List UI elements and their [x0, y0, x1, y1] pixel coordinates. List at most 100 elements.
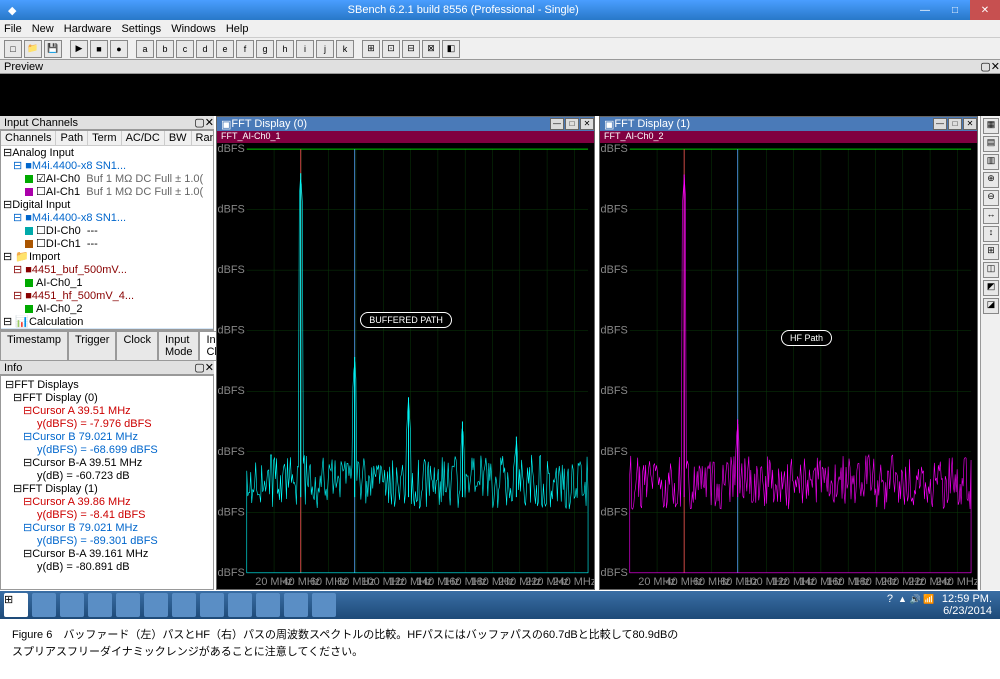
tree-ai-ch0[interactable]: ☑ AI-Ch0 Buf 1 MΩ DC Full ± 1.0(	[1, 172, 213, 185]
tab-clock[interactable]: Clock	[116, 331, 158, 361]
tree-analog-input[interactable]: ⊟ Analog Input	[1, 146, 213, 159]
fft0-min-icon[interactable]: —	[550, 118, 564, 130]
rt-9-icon[interactable]: ◫	[983, 262, 999, 278]
taskbar-app-3-icon[interactable]	[88, 593, 112, 617]
tb-i-icon[interactable]: i	[296, 40, 314, 58]
tb-f-icon[interactable]: f	[236, 40, 254, 58]
rt-4-icon[interactable]: ⊕	[983, 172, 999, 188]
tab-input-mode[interactable]: Input Mode	[158, 331, 200, 361]
taskbar-app-4-icon[interactable]	[116, 593, 140, 617]
taskbar-app-2-icon[interactable]	[60, 593, 84, 617]
taskbar-app-5-icon[interactable]	[144, 593, 168, 617]
tree-di-ch1[interactable]: ☐ DI-Ch1 ---	[1, 237, 213, 250]
rt-5-icon[interactable]: ⊖	[983, 190, 999, 206]
fft1-subtitle: FFT_AI-Ch0_2	[600, 131, 977, 143]
fft1-canvas[interactable]: 0 dBFS-20 dBFS-40 dBFS-60 dBFS-80 dBFS-1…	[600, 143, 977, 589]
tb-save-icon[interactable]: 💾	[44, 40, 62, 58]
tb-e-icon[interactable]: e	[216, 40, 234, 58]
tab-trigger[interactable]: Trigger	[68, 331, 116, 361]
tb-m-icon[interactable]: ⊡	[382, 40, 400, 58]
tree-m4i-analog[interactable]: ⊟ ■ M4i.4400-x8 SN1...	[1, 159, 213, 172]
channels-tree[interactable]: Channels Path Term AC/DC BW Rang ⊟ Analo…	[0, 130, 214, 330]
tree-import2-ch[interactable]: AI-Ch0_2	[1, 302, 213, 315]
start-icon[interactable]: ⊞	[4, 593, 28, 617]
maximize-button[interactable]: □	[940, 0, 970, 20]
tab-timestamp[interactable]: Timestamp	[0, 331, 68, 361]
info-d1-ba[interactable]: ⊟ Cursor B-A 39.161 MHz	[3, 547, 211, 560]
minimize-button[interactable]: —	[910, 0, 940, 20]
rt-10-icon[interactable]: ◩	[983, 280, 999, 296]
info-d0-ca[interactable]: ⊟ Cursor A 39.51 MHz	[3, 404, 211, 417]
info-d0[interactable]: ⊟ FFT Display (0)	[3, 391, 211, 404]
tree-m4i-digital[interactable]: ⊟ ■ M4i.4400-x8 SN1...	[1, 211, 213, 224]
tree-digital-input[interactable]: ⊟ Digital Input	[1, 198, 213, 211]
fft0-close-icon[interactable]: ✕	[580, 118, 594, 130]
info-d1[interactable]: ⊟ FFT Display (1)	[3, 482, 211, 495]
tree-calc[interactable]: ⊟ 📊 Calculation	[1, 315, 213, 328]
rt-2-icon[interactable]: ▤	[983, 136, 999, 152]
system-tray[interactable]: ? ▲ 🔊 📶 12:59 PM. 6/23/2014	[887, 593, 996, 617]
tb-j-icon[interactable]: j	[316, 40, 334, 58]
info-tree[interactable]: ⊟ FFT Displays ⊟ FFT Display (0) ⊟ Curso…	[0, 375, 214, 590]
tb-o-icon[interactable]: ⊠	[422, 40, 440, 58]
menu-windows[interactable]: Windows	[171, 23, 216, 35]
info-d1-ca[interactable]: ⊟ Cursor A 39.86 MHz	[3, 495, 211, 508]
fft1-min-icon[interactable]: —	[933, 118, 947, 130]
tree-import[interactable]: ⊟ 📁 Import	[1, 250, 213, 263]
tb-a-icon[interactable]: a	[136, 40, 154, 58]
menu-new[interactable]: New	[32, 23, 54, 35]
info-d0-ba[interactable]: ⊟ Cursor B-A 39.51 MHz	[3, 456, 211, 469]
tb-run-icon[interactable]: ▶	[70, 40, 88, 58]
close-button[interactable]: ✕	[970, 0, 1000, 20]
menu-file[interactable]: File	[4, 23, 22, 35]
tree-import1-ch[interactable]: AI-Ch0_1	[1, 276, 213, 289]
fft0-canvas[interactable]: 0 dBFS-20 dBFS-40 dBFS-60 dBFS-80 dBFS-1…	[217, 143, 594, 589]
info-d1-cb[interactable]: ⊟ Cursor B 79.021 MHz	[3, 521, 211, 534]
taskbar-app-11-icon[interactable]	[312, 593, 336, 617]
fft0-max-icon[interactable]: □	[565, 118, 579, 130]
help-icon[interactable]: ?	[887, 593, 893, 605]
tb-rec-icon[interactable]: ●	[110, 40, 128, 58]
fft1-close-icon[interactable]: ✕	[963, 118, 977, 130]
tb-l-icon[interactable]: ⊞	[362, 40, 380, 58]
menu-settings[interactable]: Settings	[121, 23, 161, 35]
info-close-icon[interactable]: ✕	[205, 361, 214, 374]
info-root[interactable]: ⊟ FFT Displays	[3, 378, 211, 391]
tb-stop-icon[interactable]: ■	[90, 40, 108, 58]
taskbar-app-9-icon[interactable]	[256, 593, 280, 617]
fft1-max-icon[interactable]: □	[948, 118, 962, 130]
menu-hardware[interactable]: Hardware	[64, 23, 112, 35]
taskbar-app-8-icon[interactable]	[228, 593, 252, 617]
tree-import1[interactable]: ⊟ ■ 4451_buf_500mV...	[1, 263, 213, 276]
rt-1-icon[interactable]: ▦	[983, 118, 999, 134]
rt-6-icon[interactable]: ↔	[983, 208, 999, 224]
tb-h-icon[interactable]: h	[276, 40, 294, 58]
panel-close-icon[interactable]: ✕	[205, 116, 214, 129]
tb-p-icon[interactable]: ◧	[442, 40, 460, 58]
tb-g-icon[interactable]: g	[256, 40, 274, 58]
tb-k-icon[interactable]: k	[336, 40, 354, 58]
info-d0-cb[interactable]: ⊟ Cursor B 79.021 MHz	[3, 430, 211, 443]
rt-7-icon[interactable]: ↕	[983, 226, 999, 242]
tree-di-ch0[interactable]: ☐ DI-Ch0 ---	[1, 224, 213, 237]
info-dock-icon[interactable]: ▢	[194, 361, 204, 374]
tb-open-icon[interactable]: 📁	[24, 40, 42, 58]
tb-d-icon[interactable]: d	[196, 40, 214, 58]
preview-close-icon[interactable]: ✕	[991, 60, 1000, 73]
tree-import2[interactable]: ⊟ ■ 4451_hf_500mV_4...	[1, 289, 213, 302]
rt-11-icon[interactable]: ◪	[983, 298, 999, 314]
taskbar-app-10-icon[interactable]	[284, 593, 308, 617]
menu-help[interactable]: Help	[226, 23, 249, 35]
taskbar-app-7-icon[interactable]	[200, 593, 224, 617]
rt-8-icon[interactable]: ⊞	[983, 244, 999, 260]
taskbar-app-6-icon[interactable]	[172, 593, 196, 617]
tb-n-icon[interactable]: ⊟	[402, 40, 420, 58]
tb-new-icon[interactable]: □	[4, 40, 22, 58]
tree-ai-ch1[interactable]: ☐ AI-Ch1 Buf 1 MΩ DC Full ± 1.0(	[1, 185, 213, 198]
tb-c-icon[interactable]: c	[176, 40, 194, 58]
rt-3-icon[interactable]: ▥	[983, 154, 999, 170]
tb-b-icon[interactable]: b	[156, 40, 174, 58]
panel-dock-icon[interactable]: ▢	[194, 116, 204, 129]
preview-dock-icon[interactable]: ▢	[980, 60, 990, 73]
taskbar-app-1-icon[interactable]	[32, 593, 56, 617]
